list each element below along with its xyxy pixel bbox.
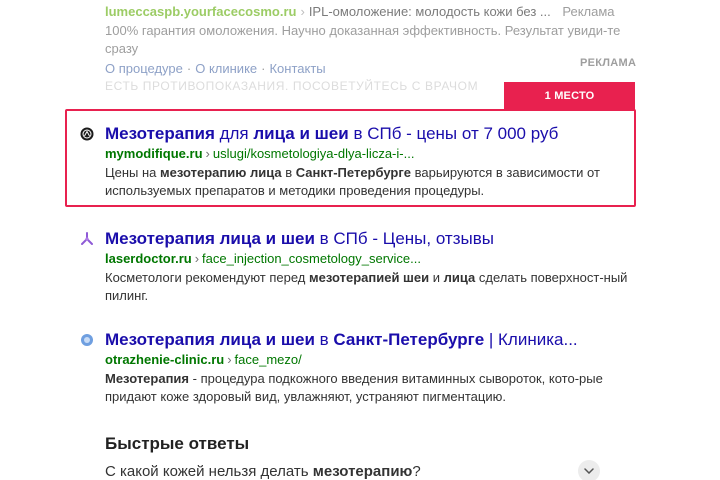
result-domain-link[interactable]: laserdoctor.ru — [105, 251, 192, 266]
result-title-link[interactable]: Мезотерапия лица и шеи в СПб - Цены, отз… — [105, 228, 630, 250]
ad-description: 100% гарантия омоложения. Научно доказан… — [105, 23, 621, 56]
breadcrumb-chevron: › — [194, 251, 200, 266]
result-url: otrazhenie-clinic.ru › face_mezo/ — [105, 351, 630, 369]
result-title-link[interactable]: Мезотерапия лица и шеи в Санкт-Петербург… — [105, 329, 630, 351]
result-path[interactable]: face_injection_cosmetology_service... — [202, 251, 421, 266]
rank-tab: 1 МЕСТО — [504, 82, 635, 110]
result-title-link[interactable]: Мезотерапия для лица и шеи в СПб - цены … — [105, 123, 630, 145]
search-result: Мезотерапия лица и шеи в СПб - Цены, отз… — [81, 228, 630, 305]
ad-sitelinks: О процедуре · О клинике · Контакты — [105, 60, 645, 78]
sitelink-dot: · — [261, 61, 266, 76]
quick-answers-title: Быстрые ответы — [105, 434, 250, 453]
chevron-down-icon — [584, 468, 594, 474]
result-snippet: Мезотерапия - процедура подкожного введе… — [105, 371, 603, 404]
sitelink-clinic[interactable]: О клинике — [195, 61, 257, 76]
ad-url-line: lumeccaspb.yourfacecosmo.ru › IPL-омоложен… — [105, 3, 645, 21]
result-snippet: Цены на мезотерапию лица в Санкт-Петербу… — [105, 165, 600, 198]
search-result: Мезотерапия лица и шеи в Санкт-Петербург… — [81, 329, 630, 406]
ad-label: Реклама — [562, 4, 615, 19]
expand-button[interactable] — [578, 460, 600, 480]
laserdoctor-logo-icon — [81, 232, 93, 245]
mymodifique-logo-icon — [80, 127, 94, 141]
search-result: Мезотерапия для лица и шеи в СПб - цены … — [80, 123, 630, 200]
sitelink-procedure[interactable]: О процедуре — [105, 61, 183, 76]
result-domain-link[interactable]: otrazhenie-clinic.ru — [105, 352, 224, 367]
result-snippet: Косметологи рекомендуют перед мезотерапи… — [105, 270, 628, 303]
result-url: laserdoctor.ru › face_injection_cosmetolog… — [105, 250, 630, 268]
quick-answer-question[interactable]: С какой кожей нельзя делать мезотерапию? — [105, 463, 600, 480]
ad-snippet-top: lumeccaspb.yourfacecosmo.ru › IPL-омоложен… — [105, 3, 645, 93]
result-url: mymodifique.ru › uslugi/kosmetologiya-dlya… — [105, 145, 630, 163]
otrazhenie-logo-icon — [81, 334, 93, 346]
search-results-page: lumeccaspb.yourfacecosmo.ru › IPL-омоложен… — [0, 0, 720, 480]
breadcrumb-chevron: › — [205, 146, 210, 161]
result-domain-link[interactable]: mymodifique.ru — [105, 146, 203, 161]
ad-url-separator: › — [300, 4, 305, 19]
result-path[interactable]: face_mezo/ — [235, 352, 302, 367]
breadcrumb-chevron: › — [227, 352, 232, 367]
sitelink-contacts[interactable]: Контакты — [269, 61, 325, 76]
ad-title-text[interactable]: IPL-омоложение: молодость кожи без ... — [309, 4, 551, 19]
result-path[interactable]: uslugi/kosmetologiya-dlya-licza-i-... — [213, 146, 415, 161]
ad-badge: РЕКЛАМА — [580, 57, 637, 69]
ad-domain-link[interactable]: lumeccaspb.yourfacecosmo.ru — [105, 4, 296, 19]
sitelink-dot: · — [186, 61, 192, 76]
